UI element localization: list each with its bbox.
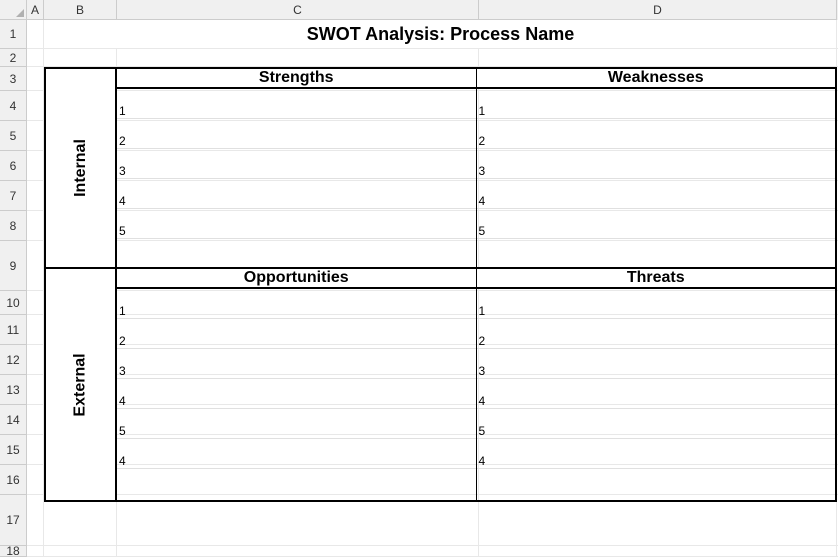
external-label: External [46, 269, 117, 500]
threats-item-4[interactable]: 4 [477, 379, 836, 409]
cell-A6[interactable] [27, 151, 44, 180]
row-header-17[interactable]: 17 [0, 495, 27, 546]
cell-A5[interactable] [27, 121, 44, 150]
sheet-area: Internal Strengths 12345 Weaknesses 1234… [27, 20, 838, 557]
cell-A10[interactable] [27, 291, 44, 314]
row-header-18[interactable]: 18 [0, 546, 27, 557]
row-header-15[interactable]: 15 [0, 435, 27, 465]
cell-B18[interactable] [44, 546, 117, 556]
cell-B2[interactable] [44, 49, 117, 66]
strengths-item-3[interactable]: 3 [117, 149, 476, 179]
cell-A18[interactable] [27, 546, 44, 556]
col-header-C[interactable]: C [117, 0, 479, 20]
row-header-16[interactable]: 16 [0, 465, 27, 495]
cell-A4[interactable] [27, 91, 44, 120]
row-header-13[interactable]: 13 [0, 375, 27, 405]
row-header-11[interactable]: 11 [0, 315, 27, 345]
opportunities-item-7[interactable] [117, 469, 476, 520]
column-headers: A B C D [0, 0, 838, 20]
cell-D18[interactable] [479, 546, 837, 556]
internal-label: Internal [46, 69, 117, 267]
threats-header: Threats [477, 269, 836, 289]
cell-A13[interactable] [27, 375, 44, 404]
opportunities-item-4[interactable]: 4 [117, 379, 476, 409]
col-header-D[interactable]: D [479, 0, 837, 20]
external-label-text: External [71, 353, 89, 416]
weaknesses-item-3[interactable]: 3 [477, 149, 836, 179]
threats-item-7[interactable] [477, 469, 836, 520]
swot-external: External Opportunities 123454 Threats 12… [46, 269, 835, 500]
cell-C2[interactable] [117, 49, 479, 66]
weaknesses-item-1[interactable]: 1 [477, 89, 836, 119]
row-headers: 123456789101112131415161718 [0, 20, 27, 557]
cell-A14[interactable] [27, 405, 44, 434]
swot-box: Internal Strengths 12345 Weaknesses 1234… [44, 67, 837, 502]
cell-A8[interactable] [27, 211, 44, 240]
threats-quad: Threats 123454 [477, 269, 836, 500]
opportunities-item-5[interactable]: 5 [117, 409, 476, 439]
row-header-1[interactable]: 1 [0, 20, 27, 49]
cell-A15[interactable] [27, 435, 44, 464]
cell-A17[interactable] [27, 495, 44, 545]
strengths-quad: Strengths 12345 [117, 69, 477, 267]
cell-A9[interactable] [27, 241, 44, 290]
row-header-14[interactable]: 14 [0, 405, 27, 435]
strengths-item-2[interactable]: 2 [117, 119, 476, 149]
threats-item-2[interactable]: 2 [477, 319, 836, 349]
opportunities-item-2[interactable]: 2 [117, 319, 476, 349]
cell-B17[interactable] [44, 495, 117, 545]
opportunities-item-6[interactable]: 4 [117, 439, 476, 469]
cell-D2[interactable] [479, 49, 837, 66]
cell-A3[interactable] [27, 67, 44, 90]
cell-A11[interactable] [27, 315, 44, 344]
row-header-2[interactable]: 2 [0, 49, 27, 67]
row-header-5[interactable]: 5 [0, 121, 27, 151]
threats-item-1[interactable]: 1 [477, 289, 836, 319]
row-header-3[interactable]: 3 [0, 67, 27, 91]
threats-item-5[interactable]: 5 [477, 409, 836, 439]
weaknesses-quad: Weaknesses 12345 [477, 69, 836, 267]
cell-A1[interactable] [27, 20, 44, 48]
cell-A16[interactable] [27, 465, 44, 494]
col-header-A[interactable]: A [27, 0, 44, 20]
row-header-8[interactable]: 8 [0, 211, 27, 241]
row-header-12[interactable]: 12 [0, 345, 27, 375]
opportunities-quad: Opportunities 123454 [117, 269, 477, 500]
strengths-item-4[interactable]: 4 [117, 179, 476, 209]
swot-internal: Internal Strengths 12345 Weaknesses 1234… [46, 69, 835, 269]
spreadsheet: A B C D 123456789101112131415161718 Inte… [0, 0, 838, 557]
opportunities-item-3[interactable]: 3 [117, 349, 476, 379]
cell-A2[interactable] [27, 49, 44, 66]
weaknesses-header: Weaknesses [477, 69, 836, 89]
row-header-6[interactable]: 6 [0, 151, 27, 181]
row-header-10[interactable]: 10 [0, 291, 27, 315]
opportunities-item-1[interactable]: 1 [117, 289, 476, 319]
row-header-7[interactable]: 7 [0, 181, 27, 211]
threats-item-6[interactable]: 4 [477, 439, 836, 469]
row-header-4[interactable]: 4 [0, 91, 27, 121]
cell-A12[interactable] [27, 345, 44, 374]
strengths-item-5[interactable]: 5 [117, 209, 476, 239]
strengths-item-1[interactable]: 1 [117, 89, 476, 119]
weaknesses-item-5[interactable]: 5 [477, 209, 836, 239]
col-header-B[interactable]: B [44, 0, 117, 20]
cell-C18[interactable] [117, 546, 479, 556]
opportunities-header: Opportunities [117, 269, 476, 289]
threats-item-3[interactable]: 3 [477, 349, 836, 379]
select-all-corner[interactable] [0, 0, 27, 20]
internal-label-text: Internal [71, 139, 89, 197]
cell-A7[interactable] [27, 181, 44, 210]
row-header-9[interactable]: 9 [0, 241, 27, 291]
strengths-header: Strengths [117, 69, 476, 89]
title: SWOT Analysis: Process Name [44, 20, 837, 49]
weaknesses-item-4[interactable]: 4 [477, 179, 836, 209]
weaknesses-item-2[interactable]: 2 [477, 119, 836, 149]
